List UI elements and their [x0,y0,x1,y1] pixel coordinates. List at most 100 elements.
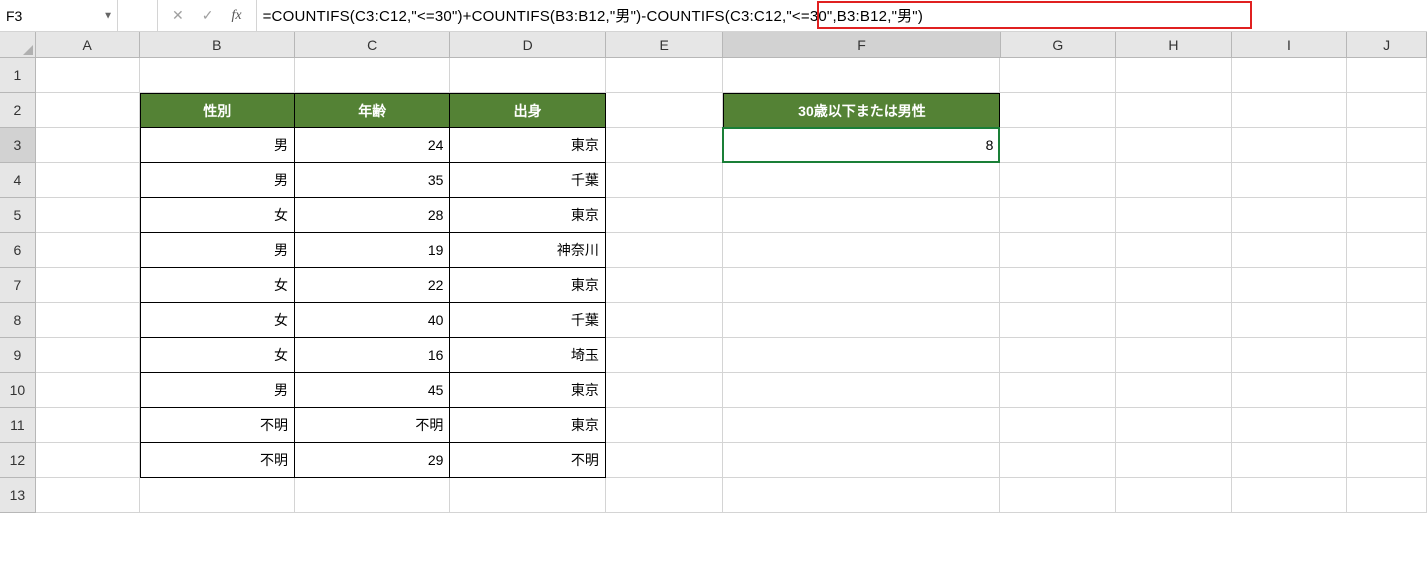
cell-D10[interactable]: 東京 [450,373,605,408]
cell-I5[interactable] [1232,198,1348,233]
cell-A9[interactable] [36,338,140,373]
col-header-A[interactable]: A [36,32,140,57]
cell-H10[interactable] [1116,373,1232,408]
cell-C5[interactable]: 28 [295,198,450,233]
cell-G8[interactable] [1000,303,1116,338]
cell-J8[interactable] [1347,303,1427,338]
cell-E12[interactable] [606,443,724,478]
cell-H1[interactable] [1116,58,1232,93]
cell-C6[interactable]: 19 [295,233,450,268]
cell-D8[interactable]: 千葉 [450,303,605,338]
cell-F10[interactable] [723,373,1000,408]
row-header-7[interactable]: 7 [0,268,36,303]
cell-G6[interactable] [1000,233,1116,268]
col-header-I[interactable]: I [1232,32,1348,57]
col-header-J[interactable]: J [1347,32,1427,57]
cell-B5[interactable]: 女 [140,198,295,233]
cell-I12[interactable] [1232,443,1348,478]
cell-D13[interactable] [450,478,605,513]
cell-J10[interactable] [1347,373,1427,408]
cell-J13[interactable] [1347,478,1427,513]
cell-A5[interactable] [36,198,140,233]
cell-C7[interactable]: 22 [295,268,450,303]
cell-I3[interactable] [1232,128,1348,163]
row-header-9[interactable]: 9 [0,338,36,373]
cell-H7[interactable] [1116,268,1232,303]
cell-E9[interactable] [606,338,724,373]
cell-I8[interactable] [1232,303,1348,338]
cell-I1[interactable] [1232,58,1348,93]
row-header-5[interactable]: 5 [0,198,36,233]
cell-H4[interactable] [1116,163,1232,198]
cell-I6[interactable] [1232,233,1348,268]
row-header-12[interactable]: 12 [0,443,36,478]
cell-J3[interactable] [1347,128,1427,163]
cell-A4[interactable] [36,163,140,198]
cell-I2[interactable] [1232,93,1348,128]
cell-C1[interactable] [295,58,450,93]
cell-I7[interactable] [1232,268,1348,303]
cell-G3[interactable] [1000,128,1116,163]
cell-D1[interactable] [450,58,605,93]
name-box-container[interactable]: ▼ [0,0,118,31]
cell-B10[interactable]: 男 [140,373,295,408]
cell-G2[interactable] [1000,93,1116,128]
cell-F12[interactable] [723,443,1000,478]
cell-A6[interactable] [36,233,140,268]
cell-J2[interactable] [1347,93,1427,128]
cell-I9[interactable] [1232,338,1348,373]
cell-C3[interactable]: 24 [295,128,450,163]
cell-C4[interactable]: 35 [295,163,450,198]
row-header-13[interactable]: 13 [0,478,36,513]
cell-A8[interactable] [36,303,140,338]
cell-A7[interactable] [36,268,140,303]
cell-G1[interactable] [1000,58,1116,93]
cell-F8[interactable] [723,303,1000,338]
row-header-6[interactable]: 6 [0,233,36,268]
row-header-11[interactable]: 11 [0,408,36,443]
cell-G5[interactable] [1000,198,1116,233]
cell-E5[interactable] [606,198,724,233]
cell-H13[interactable] [1116,478,1232,513]
col-header-H[interactable]: H [1116,32,1232,57]
col-header-E[interactable]: E [606,32,724,57]
cell-H11[interactable] [1116,408,1232,443]
cell-A1[interactable] [36,58,140,93]
cell-I11[interactable] [1232,408,1348,443]
formula-input[interactable]: =COUNTIFS(C3:C12,"<=30")+COUNTIFS(B3:B12… [257,0,1427,31]
cell-H9[interactable] [1116,338,1232,373]
cancel-icon[interactable]: ✕ [172,7,184,24]
select-all-corner[interactable] [0,32,36,57]
cell-H12[interactable] [1116,443,1232,478]
cell-I10[interactable] [1232,373,1348,408]
cell-I13[interactable] [1232,478,1348,513]
cell-C9[interactable]: 16 [295,338,450,373]
cell-C10[interactable]: 45 [295,373,450,408]
row-header-10[interactable]: 10 [0,373,36,408]
cell-A10[interactable] [36,373,140,408]
cell-C8[interactable]: 40 [295,303,450,338]
cell-G11[interactable] [1000,408,1116,443]
cell-A2[interactable] [36,93,140,128]
cell-H8[interactable] [1116,303,1232,338]
col-header-B[interactable]: B [140,32,295,57]
cell-E7[interactable] [606,268,724,303]
cell-J7[interactable] [1347,268,1427,303]
cell-C2[interactable]: 年齢 [295,93,450,128]
cell-F7[interactable] [723,268,1000,303]
col-header-F[interactable]: F [723,32,1000,57]
cell-B9[interactable]: 女 [140,338,295,373]
row-header-1[interactable]: 1 [0,58,36,93]
cell-B11[interactable]: 不明 [140,408,295,443]
cell-H5[interactable] [1116,198,1232,233]
cell-E2[interactable] [606,93,724,128]
row-header-2[interactable]: 2 [0,93,36,128]
cell-C12[interactable]: 29 [295,443,450,478]
cell-F2[interactable]: 30歳以下または男性 [723,93,1000,128]
cell-F3[interactable]: 8 [723,128,1000,163]
cell-B3[interactable]: 男 [140,128,295,163]
col-header-D[interactable]: D [450,32,605,57]
cell-E4[interactable] [606,163,724,198]
cell-B13[interactable] [140,478,295,513]
enter-icon[interactable]: ✓ [202,7,214,24]
